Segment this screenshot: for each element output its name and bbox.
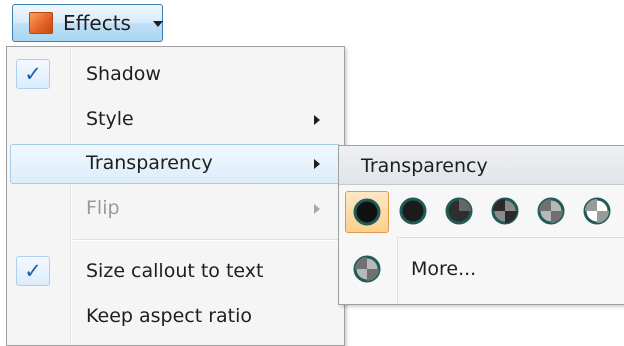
effects-menu: ✓ Shadow Style Transparency Flip ✓ Size …: [6, 46, 345, 346]
effects-shape-icon: [29, 12, 53, 34]
submenu-header: Transparency: [339, 146, 624, 185]
effects-button-label: Effects: [63, 11, 131, 35]
menu-item-label: Keep aspect ratio: [86, 305, 253, 327]
transparency-level-3-icon: [491, 197, 519, 225]
chevron-down-icon: [153, 21, 163, 27]
menu-item-transparency[interactable]: Transparency: [10, 144, 341, 184]
chevron-right-icon: [314, 159, 320, 169]
transparency-swatch-level-5[interactable]: [576, 191, 620, 233]
transparency-level-4-icon: [537, 197, 565, 225]
menu-separator-highlight: [73, 240, 339, 241]
menu-item-keep-aspect-ratio[interactable]: Keep aspect ratio: [10, 297, 341, 337]
effects-button[interactable]: Effects: [12, 4, 163, 42]
transparency-more-item[interactable]: More...: [339, 250, 624, 290]
menu-item-label: Size callout to text: [86, 260, 264, 282]
transparency-swatch-level-3[interactable]: [484, 191, 528, 233]
more-label: More...: [411, 258, 477, 280]
shadow-check: ✓: [16, 59, 50, 89]
transparency-more-icon: [353, 255, 381, 283]
chevron-right-icon: [314, 115, 320, 125]
checkmark-icon: ✓: [24, 62, 42, 86]
transparency-swatch-level-4[interactable]: [530, 191, 574, 233]
menu-item-flip[interactable]: Flip: [10, 189, 341, 229]
checkmark-icon: ✓: [24, 259, 42, 283]
transparency-swatch-row: [339, 185, 624, 237]
transparency-submenu: Transparency More...: [338, 145, 624, 305]
transparency-swatch-level-1[interactable]: [392, 191, 436, 233]
chevron-right-icon: [314, 204, 320, 214]
size-callout-check: ✓: [16, 256, 50, 286]
transparency-opaque-icon: [353, 198, 381, 226]
transparency-swatch-opaque[interactable]: [345, 191, 389, 233]
menu-item-shadow[interactable]: ✓ Shadow: [10, 55, 341, 95]
menu-item-size-callout-to-text[interactable]: ✓ Size callout to text: [10, 252, 341, 292]
submenu-separator: [399, 237, 624, 238]
transparency-level-5-icon: [583, 197, 611, 225]
menu-item-label: Shadow: [86, 63, 161, 85]
submenu-title: Transparency: [361, 155, 488, 177]
menu-item-label: Flip: [86, 197, 120, 219]
transparency-level-1-icon: [399, 197, 427, 225]
menu-item-label: Style: [86, 108, 134, 130]
menu-item-label: Transparency: [86, 152, 213, 174]
menu-item-style[interactable]: Style: [10, 100, 341, 140]
transparency-level-2-icon: [445, 197, 473, 225]
transparency-swatch-level-2[interactable]: [438, 191, 482, 233]
